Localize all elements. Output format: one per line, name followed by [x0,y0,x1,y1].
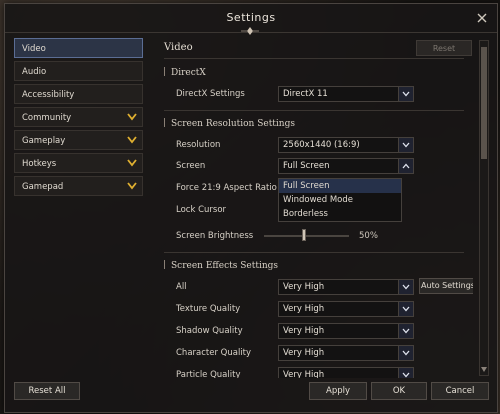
sidebar-item-label: Audio [22,67,47,77]
chevron-down-icon [398,138,413,152]
sidebar: Video Audio Accessibility Community Game… [14,38,143,199]
chevron-down-icon [398,346,413,360]
screen-dropdown[interactable]: Full Screen [278,158,414,174]
sidebar-item-label: Accessibility [22,90,75,100]
directx-settings-label: DirectX Settings [176,89,245,99]
resolution-label: Resolution [176,140,221,150]
shadow-quality-dropdown[interactable]: Very High [278,323,414,339]
chevron-down-icon [127,182,137,190]
sidebar-item-label: Gameplay [22,136,66,146]
brightness-slider-handle[interactable] [302,229,306,241]
dropdown-value: Very High [283,326,325,336]
section-title: DirectX [171,68,206,78]
brightness-slider-track[interactable] [264,235,349,237]
character-quality-label: Character Quality [176,348,252,358]
all-quality-dropdown[interactable]: Very High [278,279,414,295]
divider [164,58,464,59]
aspect-ratio-label: Force 21:9 Aspect Ratio [176,183,277,193]
dropdown-option-windowed[interactable]: Windowed Mode [279,193,401,207]
texture-quality-label: Texture Quality [176,304,241,314]
auto-settings-button[interactable]: Auto Settings [419,278,473,294]
cancel-button[interactable]: Cancel [431,382,489,400]
directx-settings-dropdown[interactable]: DirectX 11 [278,86,414,102]
dropdown-option-full-screen[interactable]: Full Screen [279,179,401,193]
dropdown-value: 2560x1440 (16:9) [283,140,360,150]
section-screen-resolution: Screen Resolution Settings [164,118,295,129]
screen-brightness-label: Screen Brightness [176,231,254,241]
lock-cursor-label: Lock Cursor [176,205,227,215]
particle-quality-dropdown[interactable]: Very High [278,367,414,378]
ok-button[interactable]: OK [371,382,427,400]
chevron-down-icon [398,280,413,294]
chevron-up-icon [398,159,413,173]
dropdown-option-borderless[interactable]: Borderless [279,207,401,221]
settings-content: Video Reset DirectX DirectX Settings Dir… [156,38,473,378]
sidebar-item-gameplay[interactable]: Gameplay [14,130,143,150]
chevron-down-icon [398,324,413,338]
settings-window: Settings Video Audio Accessibility Commu… [4,3,498,413]
particle-quality-label: Particle Quality [176,370,241,378]
window-title: Settings [226,11,276,24]
diamond-ornament-icon [241,27,259,35]
sidebar-item-accessibility[interactable]: Accessibility [14,84,143,104]
scrollbar-thumb[interactable] [481,47,487,159]
section-directx: DirectX [164,67,206,78]
dropdown-value: Very High [283,282,325,292]
brightness-value: 50% [359,231,378,241]
screen-dropdown-list: Full Screen Windowed Mode Borderless [278,178,402,222]
close-icon[interactable] [475,11,489,25]
sidebar-item-label: Gamepad [22,182,64,192]
chevron-down-icon [398,302,413,316]
page-title: Video [164,42,193,53]
divider [164,252,464,253]
sidebar-item-label: Hotkeys [22,159,57,169]
sidebar-item-hotkeys[interactable]: Hotkeys [14,153,143,173]
all-label: All [176,282,187,292]
shadow-quality-label: Shadow Quality [176,326,243,336]
dropdown-value: Very High [283,348,325,358]
reset-all-button[interactable]: Reset All [14,382,80,400]
screen-label: Screen [176,161,206,171]
chevron-down-icon [398,87,413,101]
dropdown-value: Very High [283,370,325,378]
title-bar: Settings [5,4,497,35]
section-screen-effects: Screen Effects Settings [164,260,278,271]
sidebar-item-audio[interactable]: Audio [14,61,143,81]
sidebar-item-video[interactable]: Video [14,38,143,58]
scroll-down-icon[interactable] [481,367,487,372]
dropdown-value: Full Screen [283,161,330,171]
section-title: Screen Resolution Settings [171,119,295,129]
reset-button[interactable]: Reset [416,40,472,56]
resolution-dropdown[interactable]: 2560x1440 (16:9) [278,137,414,153]
chevron-down-icon [398,368,413,378]
character-quality-dropdown[interactable]: Very High [278,345,414,361]
chevron-down-icon [127,159,137,167]
apply-button[interactable]: Apply [309,382,367,400]
sidebar-item-label: Video [22,44,46,54]
sidebar-item-community[interactable]: Community [14,107,143,127]
scrollbar[interactable] [479,40,489,376]
chevron-down-icon [127,113,137,121]
sidebar-item-label: Community [22,113,72,123]
divider [164,110,464,111]
dropdown-value: DirectX 11 [283,89,328,99]
sidebar-item-gamepad[interactable]: Gamepad [14,176,143,196]
dropdown-value: Very High [283,304,325,314]
chevron-down-icon [127,136,137,144]
section-title: Screen Effects Settings [171,261,279,271]
texture-quality-dropdown[interactable]: Very High [278,301,414,317]
